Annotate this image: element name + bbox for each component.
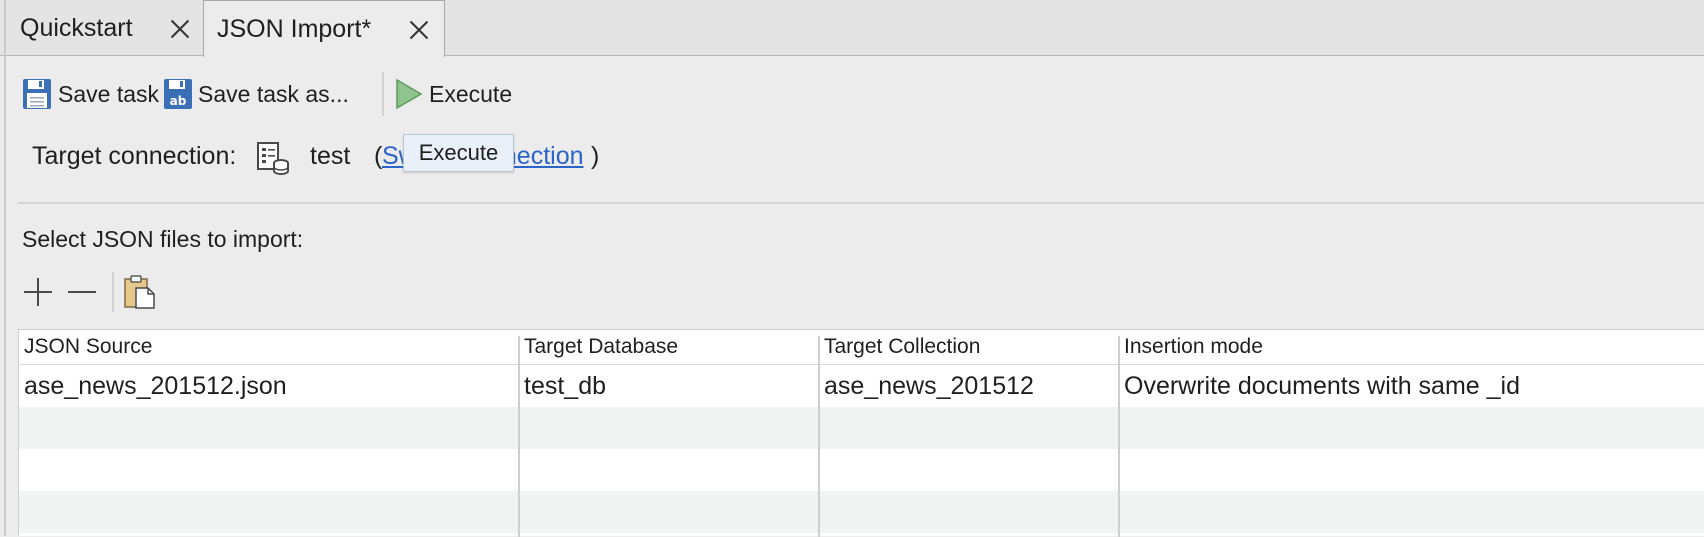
column-header[interactable]: Insertion mode — [1119, 330, 1263, 365]
save-task-label: Save task — [58, 80, 159, 107]
column-header[interactable]: Target Database — [519, 330, 678, 365]
table-row — [19, 491, 1704, 533]
divider — [18, 202, 1704, 204]
tab-label: Quickstart — [20, 13, 133, 42]
svg-text:ab: ab — [170, 94, 187, 108]
toolbar-separator — [382, 72, 384, 116]
close-icon[interactable] — [169, 18, 191, 40]
floppy-disk-ab-icon: ab — [163, 78, 193, 110]
column-separator[interactable] — [518, 336, 520, 537]
target-connection-label: Target connection: — [32, 142, 237, 170]
floppy-disk-icon — [22, 78, 52, 110]
tab-json-import[interactable]: JSON Import* — [203, 0, 445, 57]
execute-label: Execute — [429, 80, 513, 107]
select-files-label: Select JSON files to import: — [22, 226, 304, 252]
tab-label: JSON Import* — [217, 14, 372, 43]
server-database-icon — [256, 140, 290, 176]
table-row[interactable]: ase_news_201512.json test_db ase_news_20… — [19, 365, 1704, 407]
json-source-cell[interactable]: ase_news_201512.json — [19, 365, 287, 407]
column-header[interactable]: Target Collection — [819, 330, 980, 365]
column-separator[interactable] — [818, 336, 820, 537]
table-row — [19, 449, 1704, 491]
close-icon[interactable] — [408, 19, 430, 41]
tab-quickstart[interactable]: Quickstart — [4, 0, 204, 56]
connection-name: test — [310, 142, 351, 170]
table-row — [19, 407, 1704, 449]
insertion-mode-cell[interactable]: Overwrite documents with same _id — [1119, 365, 1520, 407]
execute-button[interactable]: Execute — [395, 76, 512, 112]
save-task-button[interactable]: Save task — [22, 76, 159, 112]
column-separator[interactable] — [1118, 336, 1120, 537]
play-icon — [395, 78, 423, 110]
plus-icon[interactable] — [22, 276, 54, 308]
toolbar-separator — [112, 272, 114, 312]
minus-icon[interactable] — [66, 276, 98, 308]
target-database-cell[interactable]: test_db — [519, 365, 606, 407]
save-task-as-button[interactable]: ab Save task as... — [163, 76, 349, 112]
clipboard-paste-icon[interactable] — [122, 274, 158, 310]
editor-tab-bar: Quickstart JSON Import* — [0, 0, 1704, 57]
target-collection-cell[interactable]: ase_news_201512 — [819, 365, 1034, 407]
execute-tooltip: Execute — [403, 134, 514, 172]
table-header: JSON Source Target Database Target Colle… — [19, 330, 1704, 365]
column-header[interactable]: JSON Source — [19, 330, 152, 365]
save-task-as-label: Save task as... — [198, 80, 349, 107]
paren-close: ) — [591, 142, 600, 170]
import-files-table: JSON Source Target Database Target Colle… — [18, 329, 1704, 537]
editor-border — [4, 56, 6, 536]
